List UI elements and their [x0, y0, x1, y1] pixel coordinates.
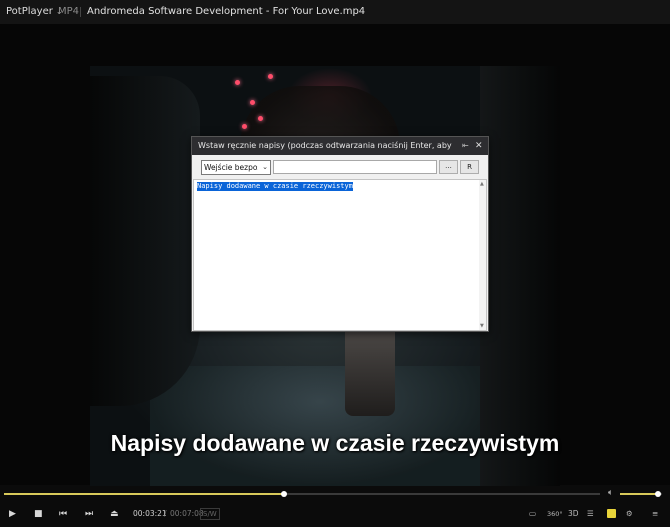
dialog-title-bar[interactable]: Wstaw ręcznie napisy (podczas odtwarzani…: [192, 137, 488, 155]
scroll-up-icon[interactable]: ▲: [480, 181, 484, 187]
manual-subtitle-dialog: Wstaw ręcznie napisy (podczas odtwarzani…: [191, 136, 489, 332]
dialog-toolbar: Wejście bezpośr ⌄ ... R: [192, 155, 488, 179]
sw-badge[interactable]: S/W: [200, 508, 220, 520]
input-mode-select[interactable]: Wejście bezpośr ⌄: [201, 160, 271, 175]
scroll-down-icon[interactable]: ▼: [480, 323, 484, 329]
browse-button[interactable]: ...: [439, 160, 458, 174]
subtitle-text: Napisy dodawane w czasie rzeczywistym: [110, 430, 560, 456]
previous-icon[interactable]: ⏮︎: [59, 508, 67, 520]
r-button[interactable]: R: [460, 160, 479, 174]
volume-icon[interactable]: 🔈︎: [608, 488, 613, 498]
pin-icon[interactable]: ⇤: [462, 137, 469, 155]
subtitle-file-input[interactable]: [273, 160, 437, 174]
video-spark: [250, 100, 255, 105]
time-separator: /: [164, 509, 167, 518]
seek-handle[interactable]: [281, 491, 288, 497]
screen-icon[interactable]: ▭: [529, 508, 536, 520]
vr-360-icon[interactable]: 360°: [547, 508, 563, 520]
editor-scrollbar[interactable]: ▲ ▼: [479, 180, 486, 330]
seek-bar[interactable]: [4, 491, 600, 497]
close-icon[interactable]: ✕: [475, 137, 483, 155]
title-divider: [80, 7, 81, 17]
playlist-search-icon[interactable]: ☰: [587, 508, 594, 520]
app-name: PotPlayer: [6, 6, 53, 17]
play-icon[interactable]: ▶: [9, 508, 16, 520]
video-spark: [242, 124, 247, 129]
input-mode-value: Wejście bezpośr: [204, 163, 258, 172]
video-figure-right: [480, 66, 560, 486]
volume-handle[interactable]: [654, 491, 661, 497]
gear-icon[interactable]: ⚙: [626, 508, 633, 520]
seek-progress: [4, 493, 285, 495]
file-title: Andromeda Software Development - For You…: [87, 6, 366, 17]
app-menu-button[interactable]: PotPlayer ⌄: [6, 0, 63, 24]
stop-icon[interactable]: ■: [34, 508, 43, 520]
total-time: 00:07:08: [170, 509, 204, 518]
volume-slider[interactable]: [620, 491, 662, 497]
title-bar: PotPlayer ⌄ MP4 Andromeda Software Develo…: [0, 0, 670, 24]
video-spark: [258, 116, 263, 121]
editor-selected-text: Napisy dodawane w czasie rzeczywistym: [197, 182, 353, 191]
subtitle-toggle-icon[interactable]: [607, 509, 616, 518]
video-spark: [235, 80, 240, 85]
next-icon[interactable]: ⏭︎: [85, 508, 93, 520]
video-spark: [268, 74, 273, 79]
chevron-down-icon: ⌄: [262, 163, 268, 171]
volume-level: [620, 493, 658, 495]
control-bar: ▶ ■ ⏮︎ ⏭︎ ⏏ 00:03:21 / 00:07:08 S/W ▭ 36…: [0, 502, 670, 527]
3d-icon[interactable]: 3D: [568, 508, 579, 520]
video-rock: [90, 76, 200, 406]
format-label: MP4: [58, 6, 80, 17]
current-time: 00:03:21: [133, 509, 167, 518]
menu-icon[interactable]: ≡: [652, 508, 658, 520]
video-water: [150, 366, 490, 486]
subtitle-editor[interactable]: Napisy dodawane w czasie rzeczywistym ▲ …: [193, 179, 487, 331]
dialog-title: Wstaw ręcznie napisy (podczas odtwarzani…: [198, 141, 452, 150]
eject-icon[interactable]: ⏏: [110, 508, 119, 520]
